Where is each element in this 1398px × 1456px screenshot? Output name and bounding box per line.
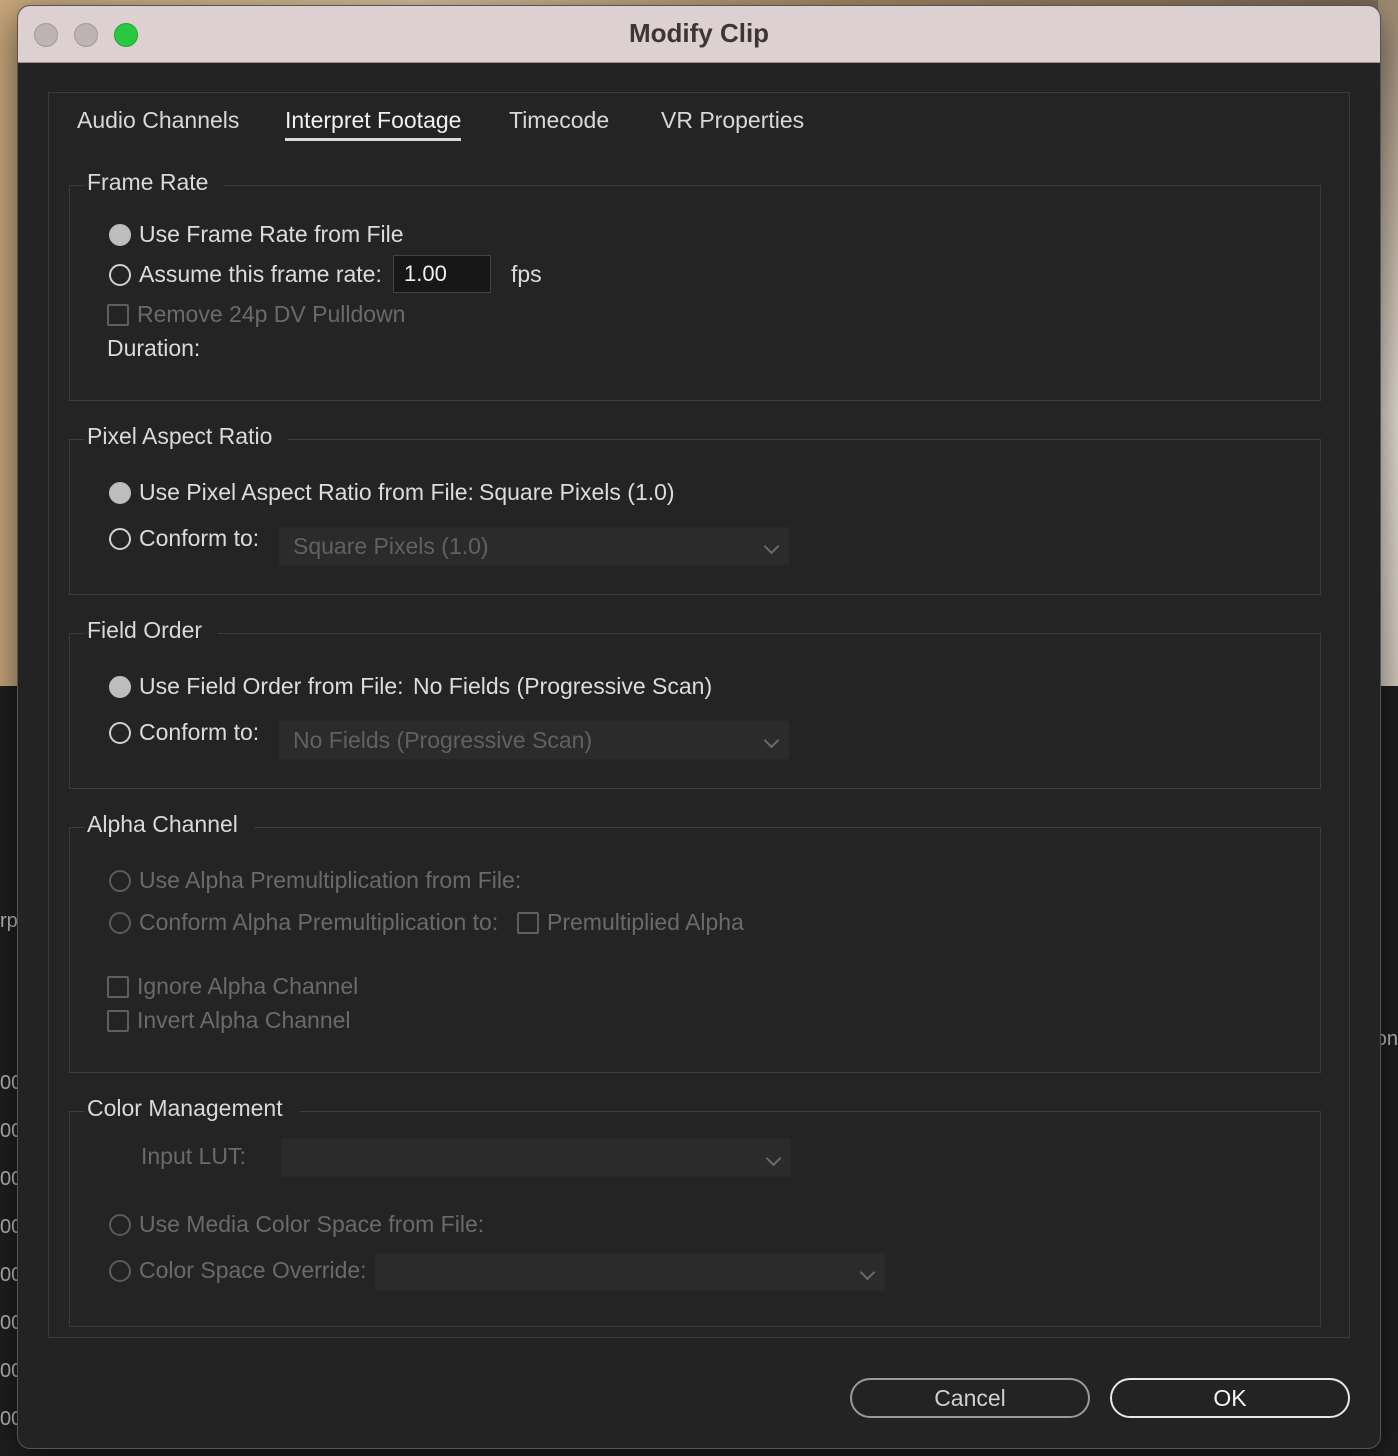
use-field-order-from-file-label: Use Field Order from File: [139, 673, 404, 699]
input-lut-label: Input LUT: [141, 1143, 246, 1169]
color-space-override-option[interactable]: Color Space Override: [109, 1257, 367, 1284]
radio-disabled-icon [109, 911, 131, 934]
chevron-down-icon [765, 1150, 782, 1167]
frame-rate-title: Frame Rate [85, 169, 225, 196]
duration-label: Duration: [107, 335, 201, 361]
checkbox-icon [107, 303, 129, 326]
background-text-fragment: rp [0, 910, 18, 932]
chevron-down-icon [859, 1264, 876, 1281]
alpha-channel-group [69, 827, 1321, 1073]
use-frame-rate-from-file-label: Use Frame Rate from File [139, 221, 404, 247]
par-file-value: Square Pixels (1.0) [479, 479, 675, 505]
tab-audio-channels[interactable]: Audio Channels [77, 107, 239, 138]
radio-unselected-icon [109, 263, 131, 286]
fps-unit-label: fps [511, 261, 542, 287]
tab-interpret-footage[interactable]: Interpret Footage [285, 107, 462, 141]
par-conform-value: Square Pixels (1.0) [293, 533, 489, 559]
assume-frame-rate-option[interactable]: Assume this frame rate: [109, 261, 382, 288]
use-par-from-file-option[interactable]: Use Pixel Aspect Ratio from File: [109, 479, 474, 506]
pixel-aspect-group [69, 439, 1321, 595]
field-order-conform-select[interactable]: No Fields (Progressive Scan) [279, 721, 789, 759]
input-lut-select[interactable] [281, 1139, 791, 1177]
radio-unselected-icon [109, 527, 131, 550]
invert-alpha-label: Invert Alpha Channel [137, 1007, 351, 1033]
par-conform-option[interactable]: Conform to: [109, 525, 259, 552]
radio-selected-icon [109, 481, 131, 504]
pixel-aspect-title: Pixel Aspect Ratio [85, 423, 289, 450]
use-par-from-file-label: Use Pixel Aspect Ratio from File: [139, 479, 474, 505]
title-bar[interactable]: Modify Clip [18, 6, 1380, 63]
use-alpha-from-file-option[interactable]: Use Alpha Premultiplication from File: [109, 867, 521, 894]
field-order-conform-value: No Fields (Progressive Scan) [293, 727, 593, 753]
alpha-channel-title: Alpha Channel [85, 811, 254, 838]
remove-pulldown-label: Remove 24p DV Pulldown [137, 301, 406, 327]
tab-vr-properties[interactable]: VR Properties [661, 107, 804, 138]
frame-rate-group [69, 185, 1321, 401]
premultiplied-alpha-label: Premultiplied Alpha [547, 909, 744, 935]
radio-unselected-icon [109, 721, 131, 744]
color-space-override-select[interactable] [375, 1253, 885, 1291]
use-media-color-space-option[interactable]: Use Media Color Space from File: [109, 1211, 484, 1238]
use-alpha-from-file-label: Use Alpha Premultiplication from File: [139, 867, 522, 893]
ignore-alpha-label: Ignore Alpha Channel [137, 973, 359, 999]
chevron-down-icon [763, 538, 780, 555]
radio-disabled-icon [109, 1259, 131, 1282]
field-order-title: Field Order [85, 617, 219, 644]
premultiplied-alpha-option[interactable]: Premultiplied Alpha [517, 909, 744, 936]
background-video-edge [1378, 0, 1398, 686]
use-field-order-from-file-option[interactable]: Use Field Order from File: [109, 673, 404, 700]
window-title: Modify Clip [628, 18, 770, 48]
color-management-title: Color Management [85, 1095, 299, 1122]
field-order-file-value: No Fields (Progressive Scan) [413, 673, 713, 699]
radio-selected-icon [109, 223, 131, 246]
use-media-color-space-label: Use Media Color Space from File: [139, 1211, 485, 1237]
modify-clip-dialog: Modify Clip Audio Channels Interpret Foo… [18, 6, 1380, 1448]
field-order-conform-option[interactable]: Conform to: [109, 719, 259, 746]
field-order-conform-label: Conform to: [139, 719, 260, 745]
radio-disabled-icon [109, 1213, 131, 1236]
dialog-content: Audio Channels Interpret Footage Timecod… [48, 92, 1350, 1338]
color-space-override-label: Color Space Override: [139, 1257, 367, 1283]
assume-frame-rate-label: Assume this frame rate: [139, 261, 382, 287]
cancel-button[interactable]: Cancel [850, 1378, 1090, 1418]
checkbox-icon [107, 975, 129, 998]
conform-alpha-label: Conform Alpha Premultiplication to: [139, 909, 499, 935]
chevron-down-icon [763, 732, 780, 749]
ignore-alpha-option[interactable]: Ignore Alpha Channel [107, 973, 358, 1000]
tab-timecode[interactable]: Timecode [509, 107, 609, 138]
conform-alpha-option[interactable]: Conform Alpha Premultiplication to: [109, 909, 498, 936]
checkbox-icon [107, 1009, 129, 1032]
ok-button[interactable]: OK [1110, 1378, 1350, 1418]
field-order-group [69, 633, 1321, 789]
radio-disabled-icon [109, 869, 131, 892]
remove-pulldown-option[interactable]: Remove 24p DV Pulldown [107, 301, 405, 328]
use-frame-rate-from-file-option[interactable]: Use Frame Rate from File [109, 221, 404, 248]
par-conform-label: Conform to: [139, 525, 260, 551]
checkbox-icon [517, 911, 539, 934]
radio-selected-icon [109, 675, 131, 698]
par-conform-select[interactable]: Square Pixels (1.0) [279, 527, 789, 565]
invert-alpha-option[interactable]: Invert Alpha Channel [107, 1007, 351, 1034]
frame-rate-input[interactable] [393, 255, 491, 293]
